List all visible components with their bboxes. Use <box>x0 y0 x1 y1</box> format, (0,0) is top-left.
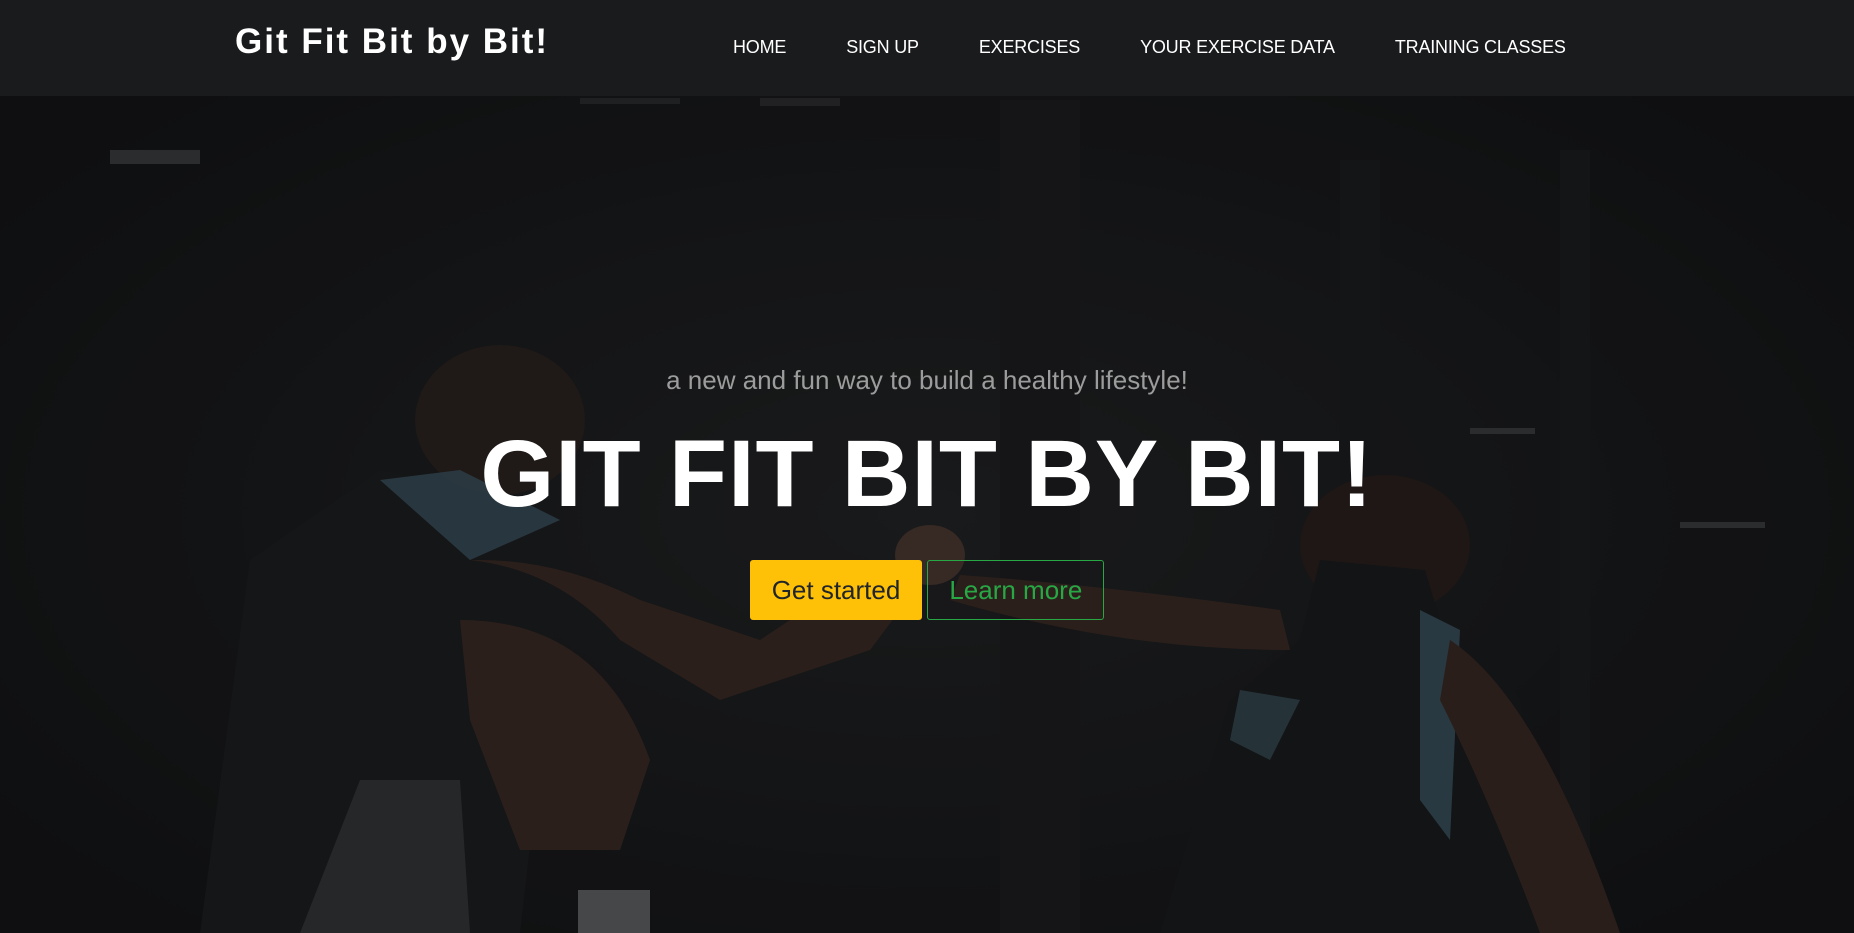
learn-more-button[interactable]: Learn more <box>927 560 1105 620</box>
hero-section: a new and fun way to build a healthy lif… <box>0 360 1854 620</box>
nav-item-sign-up: SIGN UP <box>816 36 949 60</box>
hero-title: GIT FIT BIT BY BIT! <box>480 421 1374 527</box>
nav-link-sign-up[interactable]: SIGN UP <box>816 36 949 58</box>
nav-item-exercises: EXERCISES <box>949 36 1110 60</box>
nav-item-home: HOME <box>703 36 816 60</box>
get-started-button[interactable]: Get started <box>749 560 923 620</box>
cta-button-group: Get started Learn more <box>0 560 1854 620</box>
page: Git Fit Bit by Bit! HOME SIGN UP EXERCIS… <box>0 0 1854 933</box>
brand-logo-link[interactable]: Git Fit Bit by Bit! <box>235 22 549 62</box>
nav-link-exercise-data[interactable]: YOUR EXERCISE DATA <box>1110 36 1365 58</box>
nav-link-exercises[interactable]: EXERCISES <box>949 36 1110 58</box>
nav-item-training-classes: TRAINING CLASSES <box>1365 36 1596 60</box>
nav-link-home[interactable]: HOME <box>703 36 816 58</box>
nav-item-exercise-data: YOUR EXERCISE DATA <box>1110 36 1365 60</box>
nav-links: HOME SIGN UP EXERCISES YOUR EXERCISE DAT… <box>703 36 1596 60</box>
navbar: Git Fit Bit by Bit! HOME SIGN UP EXERCIS… <box>0 0 1854 96</box>
hero-tagline: a new and fun way to build a healthy lif… <box>666 365 1188 395</box>
nav-link-training-classes[interactable]: TRAINING CLASSES <box>1365 36 1596 58</box>
